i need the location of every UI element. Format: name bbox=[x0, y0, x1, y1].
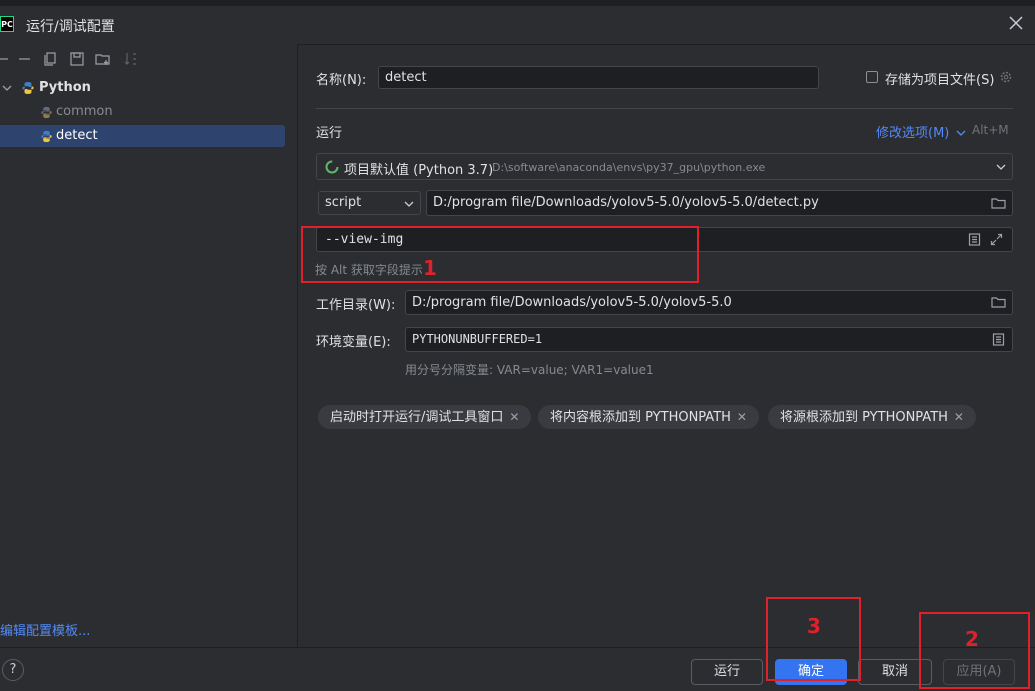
env-hint: 用分号分隔变量: VAR=value; VAR1=value1 bbox=[405, 363, 654, 377]
chip-label: 将源根添加到 PYTHONPATH bbox=[780, 410, 948, 425]
copy-icon[interactable] bbox=[42, 50, 60, 68]
run-section-heading: 运行 bbox=[316, 126, 343, 141]
expand-icon[interactable] bbox=[990, 233, 1003, 246]
document-icon[interactable] bbox=[992, 333, 1005, 346]
store-as-file-label: 存储为项目文件(S) bbox=[885, 73, 995, 88]
chip-label: 启动时打开运行/调试工具窗口 bbox=[330, 410, 504, 425]
tree-item-python[interactable]: Python bbox=[0, 77, 285, 99]
document-icon[interactable] bbox=[968, 233, 981, 246]
script-path-value: D:/program file/Downloads/yolov5-5.0/yol… bbox=[433, 195, 819, 210]
pycharm-icon: PC bbox=[0, 16, 14, 32]
interpreter-path: D:\software\anaconda\envs\py37_gpu\pytho… bbox=[492, 161, 766, 174]
interpreter-label: 项目默认值 (Python 3.7) bbox=[344, 163, 494, 178]
option-chip-source-roots[interactable]: 将源根添加到 PYTHONPATH ✕ bbox=[768, 405, 976, 429]
name-input[interactable]: detect bbox=[378, 66, 819, 89]
script-type-value: script bbox=[325, 195, 362, 210]
save-icon[interactable] bbox=[68, 50, 86, 68]
folder-icon[interactable] bbox=[991, 295, 1006, 309]
chevron-down-icon bbox=[956, 130, 965, 136]
name-label: 名称(N): bbox=[316, 73, 367, 88]
annotation-box-3 bbox=[766, 597, 861, 681]
python-file-icon bbox=[41, 106, 52, 119]
close-icon[interactable]: ✕ bbox=[954, 410, 964, 424]
option-chip-open-tool-window[interactable]: 启动时打开运行/调试工具窗口 ✕ bbox=[318, 405, 532, 429]
store-as-file-checkbox[interactable] bbox=[866, 71, 878, 83]
close-icon[interactable] bbox=[1007, 14, 1025, 32]
modify-options-shortcut: Alt+M bbox=[972, 123, 1009, 137]
run-button[interactable]: 运行 bbox=[691, 659, 763, 685]
help-button[interactable]: ? bbox=[2, 659, 24, 681]
tree-item-label: detect bbox=[56, 128, 98, 143]
gear-icon[interactable] bbox=[999, 70, 1013, 84]
workdir-label: 工作目录(W): bbox=[316, 298, 396, 313]
script-path-input[interactable]: D:/program file/Downloads/yolov5-5.0/yol… bbox=[426, 190, 1013, 216]
option-chip-content-roots[interactable]: 将内容根添加到 PYTHONPATH ✕ bbox=[538, 405, 759, 429]
folder-add-icon[interactable] bbox=[94, 50, 112, 68]
script-type-select[interactable]: script bbox=[318, 191, 421, 215]
title-bar bbox=[0, 6, 1035, 45]
chevron-down-icon bbox=[404, 201, 414, 207]
chevron-down-icon bbox=[996, 164, 1006, 170]
edit-templates-link[interactable]: 编辑配置模板... bbox=[0, 620, 90, 639]
env-value: PYTHONUNBUFFERED=1 bbox=[412, 332, 543, 346]
env-input[interactable]: PYTHONUNBUFFERED=1 bbox=[405, 327, 1013, 352]
annotation-number-2: 2 bbox=[965, 627, 979, 651]
loading-spinner-icon bbox=[325, 160, 339, 174]
footer-separator bbox=[0, 647, 1035, 648]
interpreter-select[interactable]: 项目默认值 (Python 3.7) D:\software\anaconda\… bbox=[316, 153, 1013, 180]
remove-icon[interactable] bbox=[16, 50, 34, 68]
env-label: 环境变量(E): bbox=[316, 335, 391, 350]
separator bbox=[316, 108, 1013, 109]
tree-item-common[interactable]: common bbox=[0, 101, 285, 123]
folder-icon[interactable] bbox=[991, 196, 1006, 210]
annotation-number-3: 3 bbox=[807, 614, 821, 638]
chevron-down-icon[interactable] bbox=[2, 83, 12, 93]
close-icon[interactable]: ✕ bbox=[509, 410, 519, 424]
python-icon bbox=[22, 82, 34, 94]
window-title: 运行/调试配置 bbox=[26, 19, 115, 35]
workdir-input[interactable]: D:/program file/Downloads/yolov5-5.0/yol… bbox=[405, 290, 1013, 315]
modify-options-link[interactable]: 修改选项(M) bbox=[876, 122, 966, 141]
modify-options-label: 修改选项(M) bbox=[876, 126, 950, 141]
add-icon[interactable] bbox=[0, 50, 14, 68]
annotation-box-1 bbox=[301, 226, 699, 283]
python-file-icon bbox=[41, 130, 52, 143]
tree-root-label: Python bbox=[39, 80, 91, 95]
tree-item-label: common bbox=[56, 104, 113, 119]
chip-label: 将内容根添加到 PYTHONPATH bbox=[550, 410, 731, 425]
sort-icon[interactable] bbox=[122, 50, 140, 68]
annotation-number-1: 1 bbox=[423, 256, 437, 280]
close-icon[interactable]: ✕ bbox=[737, 410, 747, 424]
workdir-value: D:/program file/Downloads/yolov5-5.0/yol… bbox=[412, 295, 732, 310]
tree-item-detect[interactable]: detect bbox=[0, 125, 285, 147]
